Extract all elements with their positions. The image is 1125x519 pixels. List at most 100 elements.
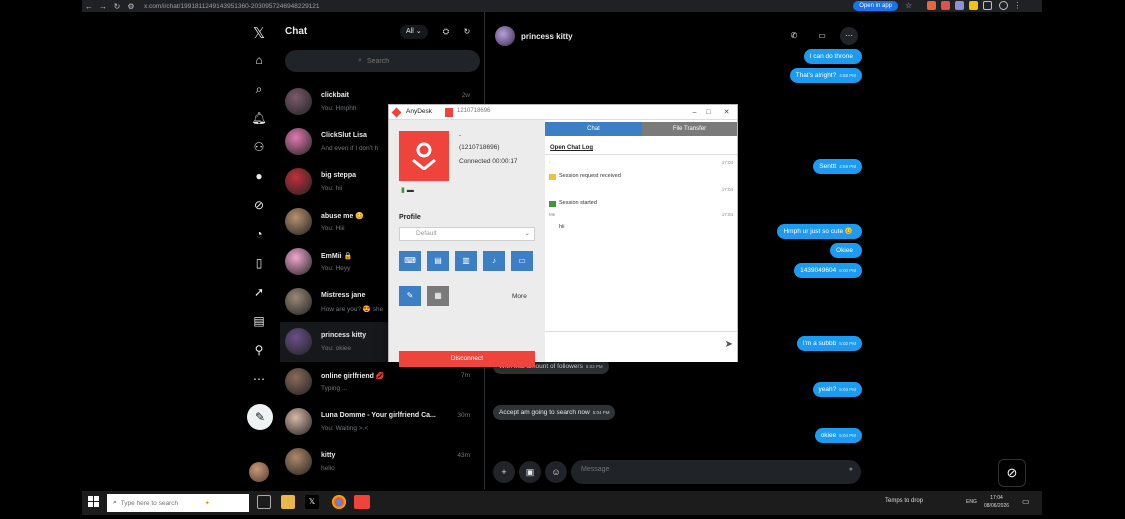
clipboard-icon[interactable]: ▤ xyxy=(427,251,449,271)
log-text: Session request received xyxy=(559,173,621,179)
message-time: 5:00 PM xyxy=(839,268,856,273)
phone-icon[interactable]: ✆ xyxy=(785,27,803,45)
filter-dropdown[interactable]: All ⌄ xyxy=(400,25,428,39)
extension-icon[interactable] xyxy=(941,1,950,10)
avatar[interactable] xyxy=(495,26,515,46)
avatar xyxy=(285,208,312,235)
windows-start-icon[interactable] xyxy=(88,496,100,508)
tab-file-transfer[interactable]: File Transfer xyxy=(642,122,737,136)
search-input[interactable] xyxy=(366,57,407,65)
chrome-icon[interactable] xyxy=(332,495,346,509)
bookmarks-icon[interactable]: ▯ xyxy=(248,252,270,274)
profile-icon[interactable] xyxy=(999,1,1008,10)
message-text: Senttt xyxy=(819,163,837,170)
chat-icon[interactable]: ● xyxy=(248,165,270,187)
avatar[interactable] xyxy=(249,462,269,482)
disconnect-button[interactable]: Disconnect xyxy=(399,351,535,367)
anydesk-taskbar-icon[interactable] xyxy=(354,495,370,509)
search-box[interactable]: ⌕ xyxy=(285,50,480,72)
message-bubble[interactable]: Accept am going to search now 5:04 PM xyxy=(493,405,616,420)
more-button[interactable]: More xyxy=(512,293,527,300)
message-bubble[interactable]: That's alright? 4:58 PM xyxy=(789,68,862,83)
explore-icon[interactable]: ⌕ xyxy=(248,78,270,100)
list-item[interactable]: Luna Domme - Your girlfriend Ca... You: … xyxy=(280,402,484,442)
more-options-icon[interactable]: ⋯ xyxy=(840,27,858,45)
file-icon[interactable]: ▥ xyxy=(455,251,477,271)
clock[interactable]: 17:04 08/06/2026 xyxy=(984,494,1009,510)
video-icon[interactable]: ▭ xyxy=(813,27,831,45)
task-view-icon[interactable] xyxy=(257,495,271,509)
new-chat-icon[interactable]: ↻ xyxy=(460,25,474,39)
avatar xyxy=(285,448,312,475)
message-bubble[interactable]: Senttt 4:59 PM xyxy=(813,159,862,174)
avatar xyxy=(285,248,312,275)
maximize-icon[interactable]: □ xyxy=(703,107,714,118)
list-item[interactable]: kitty hello 43m xyxy=(280,442,484,482)
extensions-puzzle-icon[interactable] xyxy=(983,1,992,10)
file-explorer-icon[interactable] xyxy=(281,495,295,509)
screen-icon[interactable]: ▭ xyxy=(511,251,533,271)
reload-icon[interactable]: ↻ xyxy=(110,2,124,11)
compose-icon[interactable]: ✎ xyxy=(247,404,273,430)
address-bar[interactable]: x.com/i/chat/1991811249143951360-2030957… xyxy=(144,3,320,10)
message-text: I'm a subbb xyxy=(802,340,837,347)
grok-icon[interactable]: ⊘ xyxy=(248,194,270,216)
settings-icon[interactable]: ⛭ xyxy=(439,25,453,39)
grok-float-icon[interactable]: ⊘ xyxy=(998,459,1026,487)
tray-notification-text[interactable]: Temps to drop xyxy=(885,498,923,504)
minimize-icon[interactable]: – xyxy=(689,107,700,118)
message-bubble[interactable]: I can do throne xyxy=(803,49,862,64)
log-time: 17:04 xyxy=(721,187,733,192)
bookmark-star-icon[interactable]: ☆ xyxy=(905,1,914,10)
send-icon[interactable]: ➤ xyxy=(725,339,733,350)
message-bubble[interactable]: yeah? 5:03 PM xyxy=(812,382,862,397)
tab-chat[interactable]: Chat xyxy=(545,122,642,136)
taskbar-search-input[interactable] xyxy=(120,499,201,507)
thread-title[interactable]: princess kitty xyxy=(521,32,573,41)
open-in-app-button[interactable]: Open in app xyxy=(853,1,898,11)
more-icon[interactable]: ⋯ xyxy=(248,368,270,390)
extension-icon[interactable] xyxy=(955,1,964,10)
site-info-icon[interactable]: ⚙ xyxy=(124,2,138,11)
audio-icon[interactable]: ♪ xyxy=(483,251,505,271)
x-app-icon[interactable]: 𝕏 xyxy=(305,495,319,509)
message-bubble[interactable]: I'm a subbb 5:02 PM xyxy=(796,336,862,351)
x-logo-icon[interactable]: 𝕏 xyxy=(248,22,270,44)
add-icon[interactable]: + xyxy=(493,461,515,483)
message-bubble[interactable]: okiee 5:04 PM xyxy=(814,428,862,443)
premium-icon[interactable]: ➚ xyxy=(248,281,270,303)
language-indicator[interactable]: ENG xyxy=(966,499,977,505)
privacy-icon[interactable]: ▦ xyxy=(427,286,449,306)
profile-select[interactable]: Default ⌄ xyxy=(399,227,535,241)
extension-icon[interactable] xyxy=(927,1,936,10)
avatar xyxy=(285,128,312,155)
message-bubble[interactable]: 1439049604 5:00 PM xyxy=(794,263,862,278)
anydesk-chat-input[interactable] xyxy=(550,340,710,354)
message-bubble[interactable]: Okiee xyxy=(830,243,862,258)
remote-user-name: - xyxy=(459,132,462,139)
follow-icon[interactable]: ⚇ xyxy=(248,136,270,158)
notifications-icon[interactable]: 🔔︎ xyxy=(248,107,270,129)
list-item[interactable]: online girlfriend 💋 Typing ... 7m xyxy=(280,362,484,402)
extension-icon[interactable] xyxy=(969,1,978,10)
notification-center-icon[interactable]: ▭ xyxy=(1022,497,1030,506)
forward-icon[interactable]: → xyxy=(96,2,110,11)
message-bubble[interactable]: Hmph ur just so cute 😊 xyxy=(777,224,862,239)
gif-icon[interactable]: ▣ xyxy=(519,461,541,483)
profile-icon[interactable]: ⚲ xyxy=(248,339,270,361)
message-input[interactable] xyxy=(581,466,821,473)
draw-icon[interactable]: ✎ xyxy=(399,286,421,306)
emoji-icon[interactable]: ☺ xyxy=(545,461,567,483)
taskbar-search[interactable]: ⌕ ✦ xyxy=(107,494,249,512)
message-field[interactable]: ● xyxy=(571,460,861,484)
home-icon[interactable]: ⌂ xyxy=(248,49,270,71)
open-chat-log-link[interactable]: Open Chat Log xyxy=(550,145,593,151)
back-icon[interactable]: ← xyxy=(82,2,96,11)
menu-dots-icon[interactable]: ⋮ xyxy=(1013,1,1022,10)
close-icon[interactable]: ✕ xyxy=(721,107,732,118)
communities-icon[interactable]: ◔ xyxy=(248,223,270,245)
mic-icon[interactable]: ● xyxy=(849,466,853,473)
keyboard-mouse-icon[interactable]: ⌨ xyxy=(399,251,421,271)
message-time: 5:04 PM xyxy=(592,410,610,415)
lists-icon[interactable]: ▤ xyxy=(248,310,270,332)
